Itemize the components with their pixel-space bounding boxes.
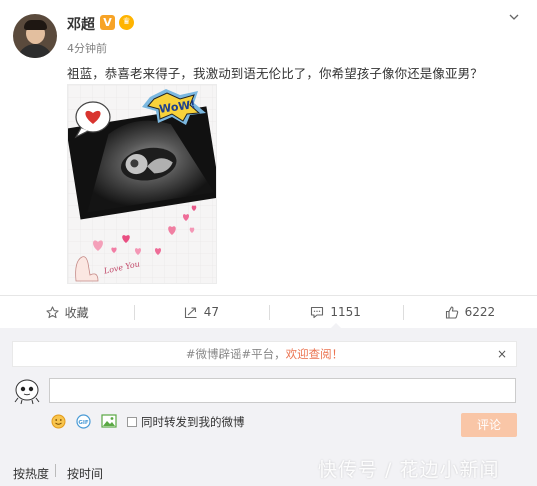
my-avatar bbox=[13, 377, 41, 405]
notice-link[interactable]: 欢迎查阅！ bbox=[286, 347, 344, 361]
emoji-icon[interactable] bbox=[51, 414, 66, 429]
sort-by-time[interactable]: 按时间 bbox=[67, 465, 103, 482]
like-count: 6222 bbox=[464, 305, 496, 319]
like-icon bbox=[445, 305, 459, 319]
like-button[interactable]: 6222 bbox=[402, 296, 537, 328]
comment-input[interactable] bbox=[49, 378, 516, 403]
notice-text: #微博辟谣#平台， bbox=[185, 347, 286, 361]
repost-icon bbox=[184, 306, 198, 319]
sort-divider bbox=[55, 464, 56, 477]
verified-badge: V bbox=[100, 15, 115, 30]
star-icon bbox=[46, 305, 59, 319]
close-icon[interactable]: × bbox=[497, 342, 507, 366]
comment-icon bbox=[310, 306, 324, 319]
repost-count: 47 bbox=[203, 305, 220, 319]
author-avatar[interactable] bbox=[13, 14, 57, 58]
post-timestamp[interactable]: 4分钟前 bbox=[67, 40, 107, 56]
author-name[interactable]: 邓超 bbox=[67, 14, 95, 34]
gif-icon[interactable]: GIF bbox=[76, 414, 91, 429]
sort-by-hot[interactable]: 按热度 bbox=[13, 465, 49, 482]
comment-button[interactable]: 1151 bbox=[268, 296, 403, 329]
member-crown-icon: ♛ bbox=[119, 15, 134, 30]
favorite-button[interactable]: 收藏 bbox=[0, 296, 134, 328]
repost-option-label[interactable]: 同时转发到我的微博 bbox=[141, 414, 245, 430]
post-text: 祖蓝，恭喜老来得子，我激动到语无伦比了，你希望孩子像你还是像亚男？ bbox=[67, 66, 483, 81]
submit-comment-button[interactable]: 评论 bbox=[461, 413, 517, 437]
rumor-notice: #微博辟谣#平台，欢迎查阅！ × bbox=[12, 341, 517, 367]
chevron-down-icon[interactable] bbox=[509, 12, 519, 22]
svg-text:GIF: GIF bbox=[78, 420, 89, 426]
comment-count: 1151 bbox=[330, 305, 361, 319]
watermark: 快传号 / 花边小新闻 bbox=[318, 459, 500, 481]
weibo-post: 邓超 V ♛ 4分钟前 祖蓝，恭喜老来得子，我激动到语无伦比了，你希望孩子像你还… bbox=[0, 0, 537, 295]
post-image[interactable]: WoW! Love You bbox=[67, 84, 217, 284]
favorite-label: 收藏 bbox=[64, 305, 89, 320]
action-bar: 收藏 47 1151 6222 bbox=[0, 295, 537, 329]
repost-checkbox[interactable] bbox=[127, 417, 137, 427]
image-icon[interactable] bbox=[101, 414, 117, 428]
repost-button[interactable]: 47 bbox=[134, 296, 268, 328]
